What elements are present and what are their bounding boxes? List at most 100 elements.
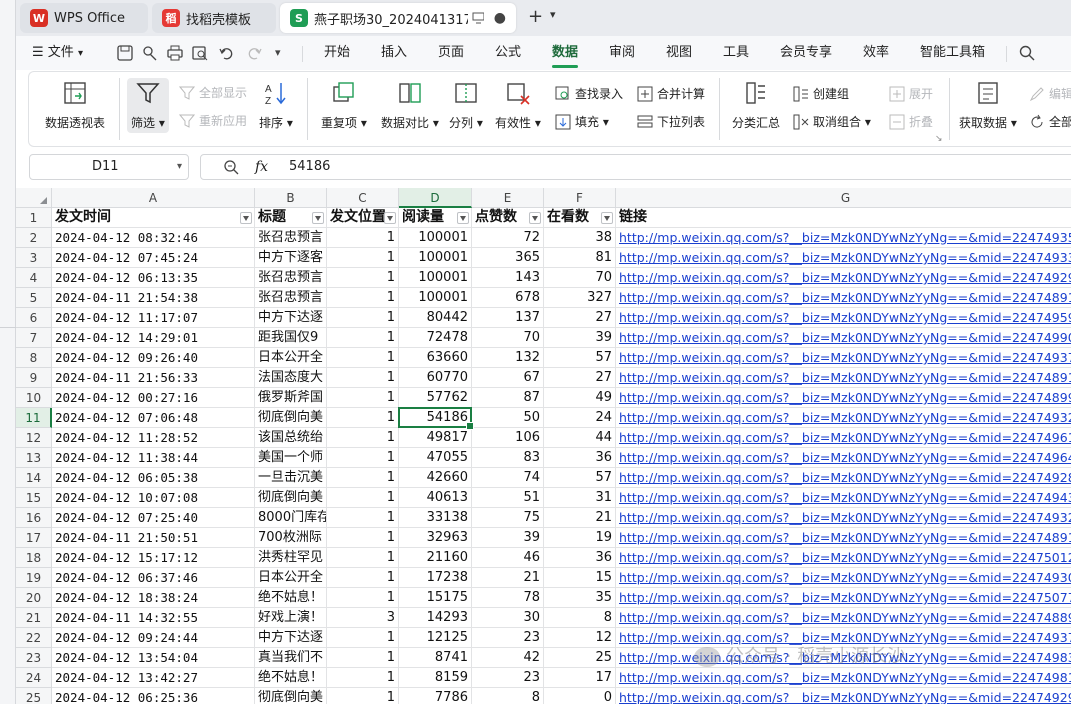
- column-header-c[interactable]: C: [327, 188, 399, 208]
- filter-button[interactable]: 筛选 ▾: [127, 78, 169, 133]
- table-cell-read[interactable]: 60770: [399, 368, 472, 388]
- table-cell-time[interactable]: 2024-04-11 21:56:33: [52, 368, 255, 388]
- table-cell-view[interactable]: 31: [544, 488, 616, 508]
- table-cell-title[interactable]: 彻底倒向美: [255, 688, 327, 704]
- table-cell-view[interactable]: 36: [544, 548, 616, 568]
- table-cell-time[interactable]: 2024-04-12 06:37:46: [52, 568, 255, 588]
- table-cell-time[interactable]: 2024-04-11 21:50:51: [52, 528, 255, 548]
- save-icon[interactable]: [116, 44, 134, 62]
- table-cell-title[interactable]: 中方下达逐: [255, 308, 327, 328]
- table-cell-pos[interactable]: 1: [327, 528, 399, 548]
- row-header[interactable]: 2: [16, 228, 52, 248]
- row-header[interactable]: 21: [16, 608, 52, 628]
- refresh-all-button[interactable]: 全部: [1029, 113, 1071, 130]
- row-header[interactable]: 17: [16, 528, 52, 548]
- table-cell-title[interactable]: 好戏上演！: [255, 608, 327, 628]
- table-cell-link[interactable]: http://mp.weixin.qq.com/s?__biz=Mzk0NDYw…: [616, 528, 1071, 548]
- table-cell-time[interactable]: 2024-04-12 10:07:08: [52, 488, 255, 508]
- pivot-table-button[interactable]: 数据透视表: [45, 80, 105, 131]
- sort-button[interactable]: AZ 排序 ▾: [259, 80, 293, 131]
- table-cell-pos[interactable]: 3: [327, 608, 399, 628]
- table-cell-title[interactable]: 彻底倒向美: [255, 488, 327, 508]
- table-cell-like[interactable]: 132: [472, 348, 544, 368]
- reapply-button[interactable]: 重新应用: [179, 112, 247, 129]
- menu-insert[interactable]: 插入: [381, 36, 407, 70]
- table-cell-read[interactable]: 7786: [399, 688, 472, 704]
- table-cell-time[interactable]: 2024-04-12 07:45:24: [52, 248, 255, 268]
- table-cell-title[interactable]: 彻底倒向美: [255, 408, 327, 428]
- table-cell-title[interactable]: 张召忠预言: [255, 288, 327, 308]
- table-cell-like[interactable]: 51: [472, 488, 544, 508]
- table-cell-link[interactable]: http://mp.weixin.qq.com/s?__biz=Mzk0NDYw…: [616, 308, 1071, 328]
- row-header[interactable]: 7: [16, 328, 52, 348]
- row-header[interactable]: 5: [16, 288, 52, 308]
- table-cell-time[interactable]: 2024-04-12 14:29:01: [52, 328, 255, 348]
- redo-icon[interactable]: [245, 44, 263, 62]
- table-cell-time[interactable]: 2024-04-12 13:54:04: [52, 648, 255, 668]
- table-cell-link[interactable]: http://mp.weixin.qq.com/s?__biz=Mzk0NDYw…: [616, 608, 1071, 628]
- row-header[interactable]: 22: [16, 628, 52, 648]
- row-header[interactable]: 14: [16, 468, 52, 488]
- table-cell-title[interactable]: 绝不姑息！: [255, 588, 327, 608]
- row-header[interactable]: 15: [16, 488, 52, 508]
- table-cell-title[interactable]: 法国态度大: [255, 368, 327, 388]
- filter-dropdown-icon[interactable]: [529, 212, 541, 224]
- row-header[interactable]: 8: [16, 348, 52, 368]
- row-header[interactable]: 1: [16, 208, 52, 228]
- table-cell-title[interactable]: 洪秀柱罕见: [255, 548, 327, 568]
- table-cell-like[interactable]: 678: [472, 288, 544, 308]
- table-cell-pos[interactable]: 1: [327, 228, 399, 248]
- table-cell-read[interactable]: 100001: [399, 248, 472, 268]
- row-header[interactable]: 9: [16, 368, 52, 388]
- table-cell-pos[interactable]: 1: [327, 308, 399, 328]
- ungroup-button[interactable]: 取消组合 ▾: [793, 113, 871, 130]
- edit-button[interactable]: 编辑: [1029, 85, 1071, 102]
- table-cell-view[interactable]: 25: [544, 648, 616, 668]
- table-cell-title[interactable]: 张召忠预言: [255, 268, 327, 288]
- row-header[interactable]: 19: [16, 568, 52, 588]
- menu-view[interactable]: 视图: [666, 36, 692, 70]
- menu-formula[interactable]: 公式: [495, 36, 521, 70]
- tab-dot-icon[interactable]: ●: [494, 10, 506, 26]
- table-cell-like[interactable]: 50: [472, 408, 544, 428]
- table-cell-view[interactable]: 17: [544, 668, 616, 688]
- table-cell-pos[interactable]: 1: [327, 388, 399, 408]
- table-cell-pos[interactable]: 1: [327, 468, 399, 488]
- table-cell-read[interactable]: 8159: [399, 668, 472, 688]
- table-cell-read[interactable]: 15175: [399, 588, 472, 608]
- table-cell-title[interactable]: 美国一个师: [255, 448, 327, 468]
- table-cell-read[interactable]: 33138: [399, 508, 472, 528]
- table-cell-view[interactable]: 27: [544, 308, 616, 328]
- table-cell-like[interactable]: 72: [472, 228, 544, 248]
- table-cell-read[interactable]: 63660: [399, 348, 472, 368]
- table-cell-like[interactable]: 143: [472, 268, 544, 288]
- table-cell-like[interactable]: 70: [472, 328, 544, 348]
- tab-wps-office[interactable]: W WPS Office: [20, 3, 148, 33]
- merge-calc-button[interactable]: 合并计算: [637, 85, 705, 102]
- row-header[interactable]: 16: [16, 508, 52, 528]
- table-cell-read[interactable]: 32963: [399, 528, 472, 548]
- table-cell-pos[interactable]: 1: [327, 348, 399, 368]
- table-cell-pos[interactable]: 1: [327, 288, 399, 308]
- name-box[interactable]: D11 ▾: [29, 154, 189, 180]
- validity-button[interactable]: 有效性 ▾: [495, 80, 541, 131]
- table-cell-like[interactable]: 74: [472, 468, 544, 488]
- table-cell-view[interactable]: 27: [544, 368, 616, 388]
- file-menu[interactable]: ☰ 文件 ▾: [32, 36, 83, 70]
- table-cell-pos[interactable]: 1: [327, 488, 399, 508]
- column-header-b[interactable]: B: [255, 188, 327, 208]
- table-cell-link[interactable]: http://mp.weixin.qq.com/s?__biz=Mzk0NDYw…: [616, 508, 1071, 528]
- table-cell-like[interactable]: 106: [472, 428, 544, 448]
- row-header[interactable]: 11: [16, 408, 52, 428]
- table-cell-link[interactable]: http://mp.weixin.qq.com/s?__biz=Mzk0NDYw…: [616, 588, 1071, 608]
- menu-review[interactable]: 审阅: [609, 36, 635, 70]
- table-cell-like[interactable]: 137: [472, 308, 544, 328]
- table-cell-read[interactable]: 100001: [399, 228, 472, 248]
- header-cell[interactable]: 链接: [616, 208, 1071, 228]
- collapse-button[interactable]: 折叠: [889, 113, 933, 130]
- filter-dropdown-icon[interactable]: [240, 212, 252, 224]
- table-cell-like[interactable]: 78: [472, 588, 544, 608]
- row-header[interactable]: 18: [16, 548, 52, 568]
- table-cell-like[interactable]: 365: [472, 248, 544, 268]
- column-header-d[interactable]: D: [399, 188, 472, 208]
